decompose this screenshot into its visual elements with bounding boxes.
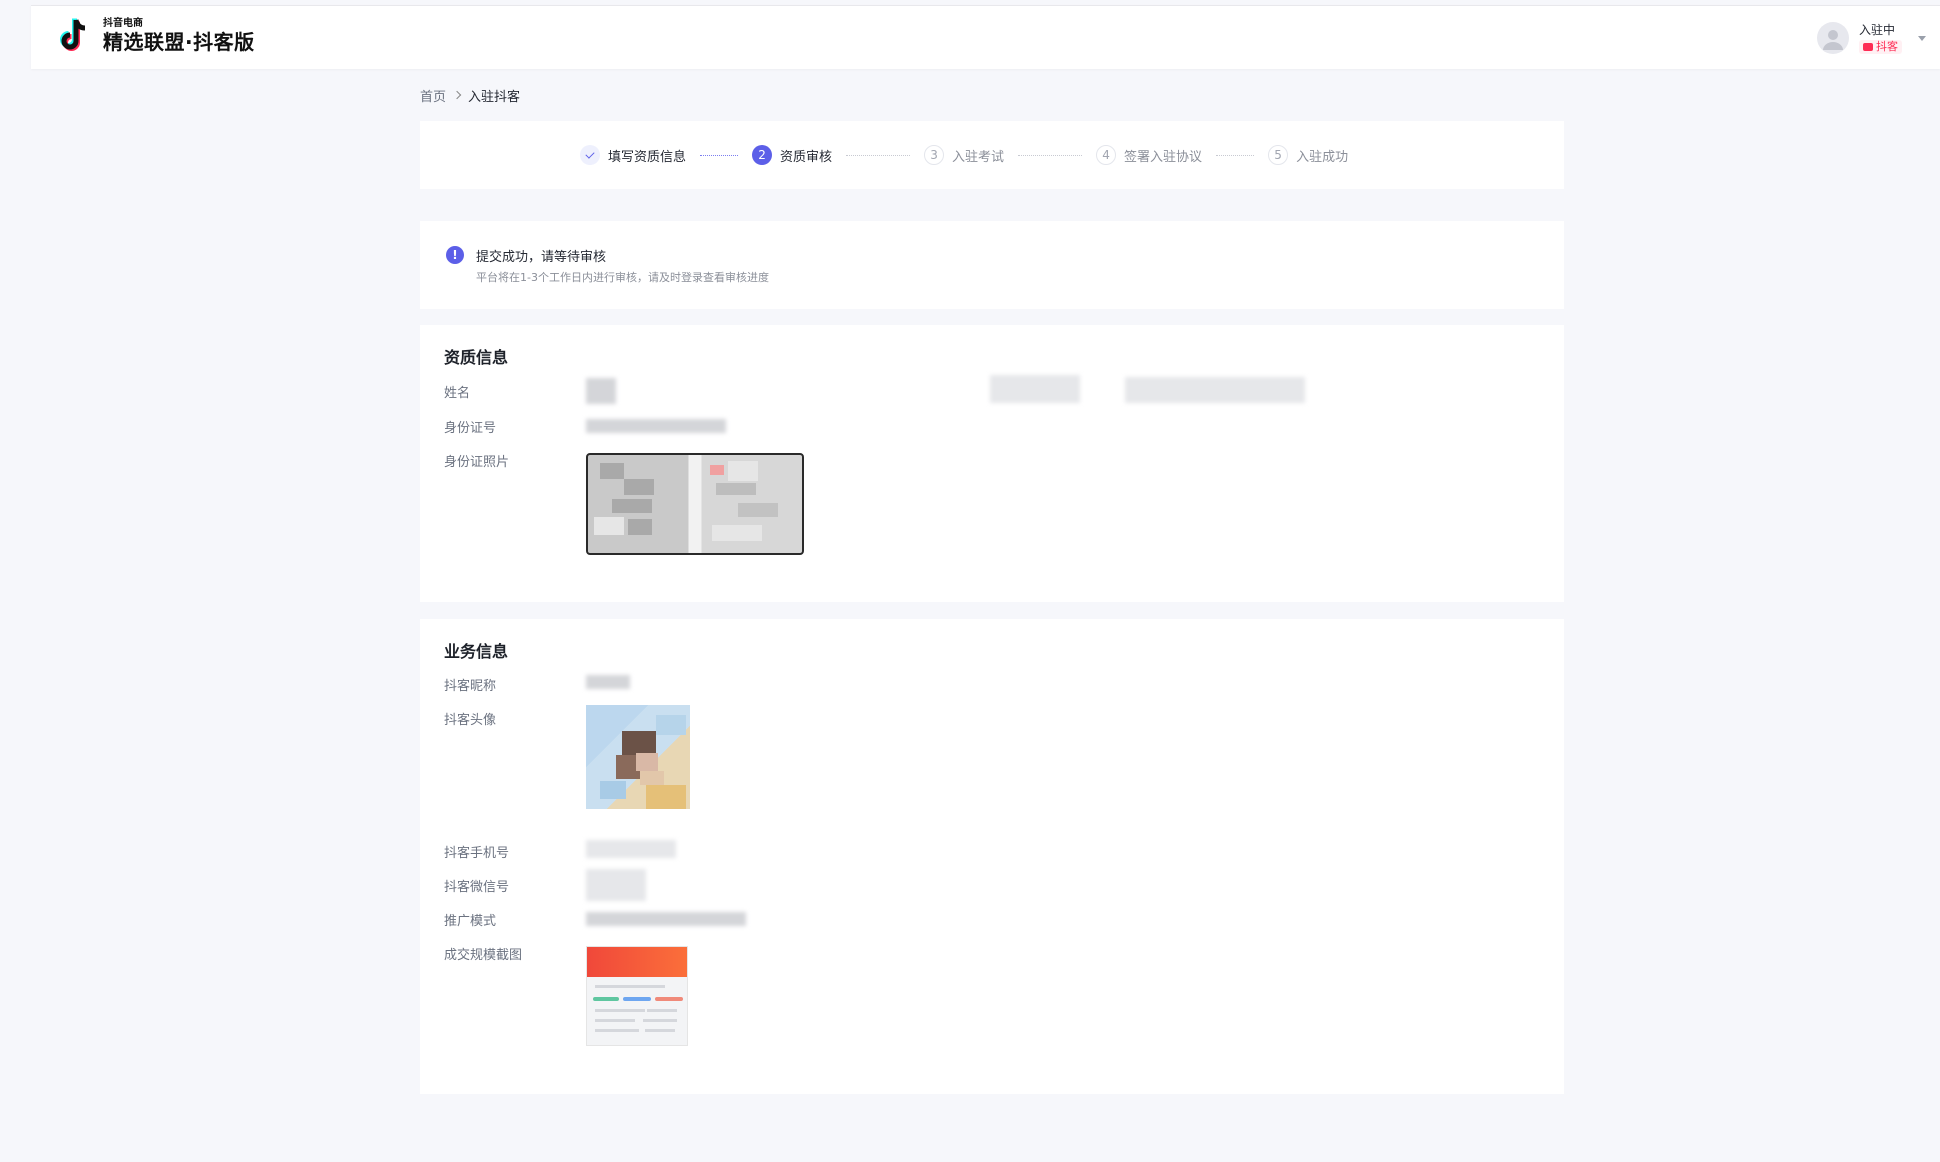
id-number-value-blurred: [586, 419, 726, 433]
step-label: 入驻考试: [952, 149, 1005, 165]
wechat-value-blurred: [586, 869, 646, 901]
step-number: 3: [924, 145, 945, 165]
section-title: 业务信息: [444, 642, 509, 661]
step-fill-info: 填写资质信息: [580, 145, 686, 165]
field-label-name: 姓名: [444, 386, 471, 401]
step-agreement: 4 签署入驻协议: [1096, 145, 1202, 165]
id-card-photo[interactable]: [586, 453, 804, 555]
deal-scale-screenshot[interactable]: [586, 946, 688, 1046]
step-connector: [1216, 154, 1255, 156]
steps-card: 填写资质信息 2 资质审核 3 入驻考试 4 签署入驻协议 5 入驻成功: [420, 121, 1564, 189]
notice-description: 平台将在1-3个工作日内进行审核，请及时登录查看审核进度: [476, 271, 769, 284]
step-check-icon: [580, 145, 600, 165]
step-number: 2: [752, 145, 773, 165]
field-label-avatar: 抖客头像: [444, 713, 497, 728]
field-label-promo-mode: 推广模式: [444, 914, 497, 929]
progress-steps: 填写资质信息 2 资质审核 3 入驻考试 4 签署入驻协议 5 入驻成功: [580, 144, 1348, 166]
name-value-blurred: [586, 378, 616, 404]
step-label: 填写资质信息: [608, 149, 687, 165]
logo[interactable]: 抖音电商 精选联盟·抖客版: [59, 16, 255, 56]
step-exam: 3 入驻考试: [924, 145, 1004, 165]
field-label-deal-screenshot: 成交规模截图: [444, 948, 523, 963]
douyin-logo-icon: [59, 16, 95, 56]
notice-title: 提交成功，请等待审核: [476, 250, 607, 265]
step-review: 2 资质审核: [752, 145, 832, 165]
step-success: 5 入驻成功: [1268, 145, 1348, 165]
step-label: 资质审核: [780, 149, 833, 165]
field-label-phone: 抖客手机号: [444, 846, 510, 861]
breadcrumb: 首页 入驻抖客: [420, 86, 521, 105]
submission-notice: ! 提交成功，请等待审核 平台将在1-3个工作日内进行审核，请及时登录查看审核进…: [420, 221, 1564, 309]
step-connector: [1018, 154, 1083, 156]
top-navigation-bar: 抖音电商 精选联盟·抖客版 入驻中 抖客: [31, 5, 1940, 69]
qualification-section: 资质信息 姓名 身份证号 身份证照片: [420, 325, 1564, 602]
phone-value-blurred: [586, 840, 676, 858]
user-status: 入驻中: [1859, 23, 1896, 37]
douyin-badge-icon: [1863, 43, 1873, 51]
step-label: 签署入驻协议: [1124, 149, 1203, 165]
chevron-down-icon[interactable]: [1918, 35, 1926, 41]
step-label: 入驻成功: [1296, 149, 1349, 165]
step-connector: [846, 154, 911, 156]
user-avatar-icon[interactable]: [1817, 22, 1849, 54]
step-number: 4: [1096, 145, 1117, 165]
field-label-id-photo: 身份证照片: [444, 455, 510, 470]
section-title: 资质信息: [444, 348, 509, 367]
breadcrumb-home[interactable]: 首页: [420, 86, 446, 105]
user-menu[interactable]: 入驻中 抖客: [1817, 18, 1940, 58]
logo-subtitle: 抖音电商: [103, 18, 143, 29]
chevron-right-icon: [452, 90, 462, 100]
doke-avatar-image[interactable]: [586, 705, 690, 809]
step-number: 5: [1268, 145, 1289, 165]
blurred-text: [1125, 377, 1305, 403]
field-label-wechat: 抖客微信号: [444, 880, 510, 895]
user-role-badge: 抖客: [1859, 40, 1902, 54]
info-icon: !: [446, 246, 464, 264]
breadcrumb-current: 入驻抖客: [468, 89, 521, 105]
nickname-value-blurred: [586, 675, 630, 689]
business-section: 业务信息 抖客昵称 抖客头像 抖客手机号 抖客微信号 推广模式 成交规模截图: [420, 619, 1564, 1094]
field-label-nickname: 抖客昵称: [444, 679, 497, 694]
logo-title: 精选联盟·抖客版: [103, 30, 255, 54]
blurred-text: [990, 375, 1080, 403]
step-connector: [700, 154, 739, 156]
user-role-label: 抖客: [1876, 40, 1898, 53]
promo-mode-value-blurred: [586, 912, 746, 926]
field-label-id-number: 身份证号: [444, 421, 497, 436]
